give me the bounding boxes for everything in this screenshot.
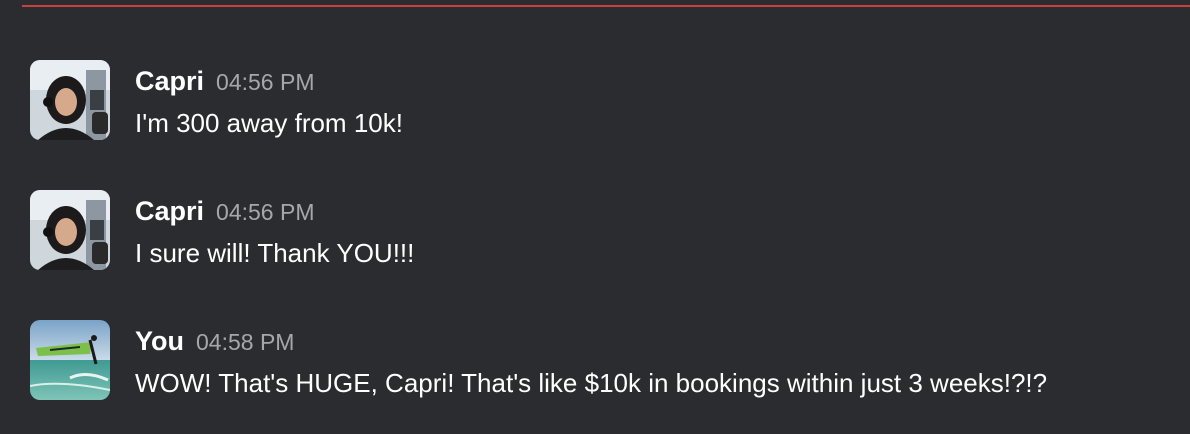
avatar[interactable]	[30, 320, 110, 400]
timestamp: 04:58 PM	[196, 329, 295, 355]
timestamp: 04:56 PM	[216, 199, 315, 225]
message-header: Capri 04:56 PM	[135, 196, 314, 227]
sender-name[interactable]: You	[135, 326, 184, 356]
message-header: Capri 04:56 PM	[135, 66, 314, 97]
message-text: I'm 300 away from 10k!	[135, 108, 403, 138]
message-item: Capri 04:56 PM I sure will! Thank YOU!!!	[0, 190, 1190, 280]
message-text: I sure will! Thank YOU!!!	[135, 238, 415, 268]
message-item: You 04:58 PM WOW! That's HUGE, Capri! Tha…	[0, 320, 1190, 410]
avatar[interactable]	[30, 190, 110, 270]
user-photo-icon	[30, 60, 110, 140]
message-header: You 04:58 PM	[135, 326, 294, 357]
timestamp: 04:56 PM	[216, 69, 315, 95]
sender-name[interactable]: Capri	[135, 66, 204, 96]
user-photo-icon	[30, 190, 110, 270]
new-messages-divider	[22, 5, 1190, 7]
message-item: Capri 04:56 PM I'm 300 away from 10k!	[0, 60, 1190, 150]
message-text: WOW! That's HUGE, Capri! That's like $10…	[135, 368, 1048, 398]
avatar[interactable]	[30, 60, 110, 140]
sender-name[interactable]: Capri	[135, 196, 204, 226]
windsurf-photo-icon	[30, 320, 110, 400]
